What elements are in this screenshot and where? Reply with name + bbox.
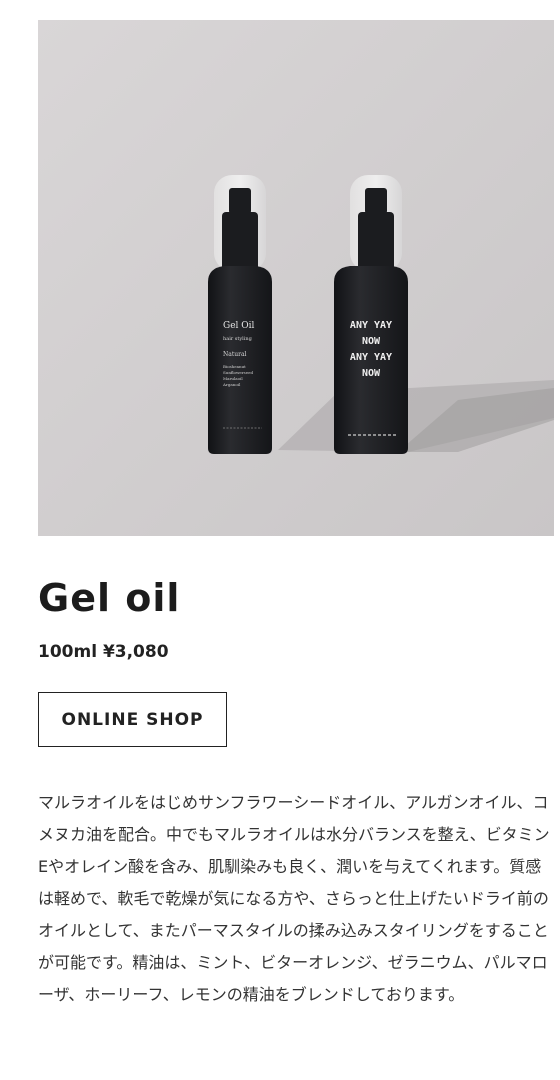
bottle-left-ingredient: Marulaoil xyxy=(223,376,243,381)
bottle-left-name: Gel Oil xyxy=(223,321,255,331)
bottle-left-ingredient: Sunflowerseed xyxy=(223,370,253,375)
bottle-left: Gel Oil hair styling Natural Biosheanut … xyxy=(208,175,272,454)
bottle-left-ingredient: Arganoil xyxy=(222,382,241,387)
product-price: 100ml ¥3,080 xyxy=(38,642,169,662)
product-image: Gel Oil hair styling Natural Biosheanut … xyxy=(38,20,554,536)
bottle-left-variant: Natural xyxy=(223,351,247,358)
product-title: Gel oil xyxy=(38,576,181,620)
bottle-left-ingredient: Biosheanut xyxy=(223,364,246,369)
bottle-right-line: NOW xyxy=(362,368,381,379)
bottle-right-line: ANY YAY xyxy=(350,320,392,331)
online-shop-button[interactable]: ONLINE SHOP xyxy=(38,692,227,747)
bottle-right-line: ANY YAY xyxy=(350,352,392,363)
bottle-right-line: NOW xyxy=(362,336,381,347)
product-description: マルラオイルをはじめサンフラワーシードオイル、アルガンオイル、コメヌカ油を配合。… xyxy=(38,793,550,1004)
bottle-left-subtitle: hair styling xyxy=(223,336,253,342)
